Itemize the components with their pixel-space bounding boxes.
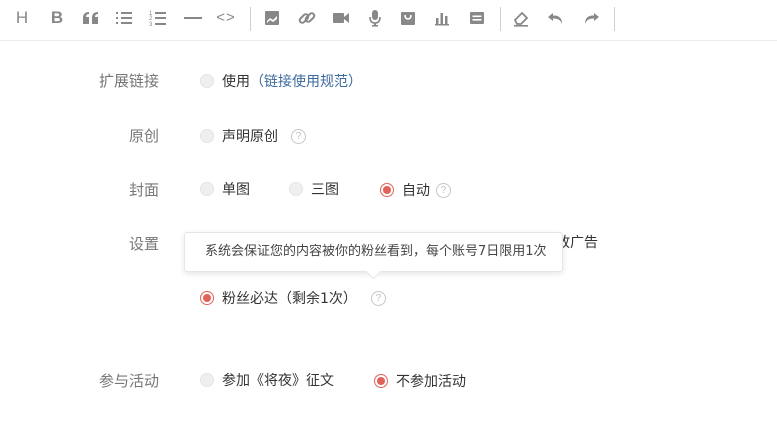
card-button[interactable]	[465, 6, 489, 30]
cover-single-option[interactable]: 单图	[200, 179, 250, 199]
cover-label: 封面	[128, 181, 159, 199]
undo-icon	[548, 13, 562, 24]
cover-triple-radio[interactable]	[289, 182, 303, 196]
bold-icon: B	[50, 8, 64, 27]
cover-auto-option[interactable]: 自动 ?	[380, 180, 451, 200]
image-button[interactable]	[260, 6, 284, 30]
cover-auto-radio[interactable]	[380, 183, 394, 197]
code-icon: <>	[216, 9, 236, 26]
toolbar-divider	[614, 7, 615, 31]
cover-single-text: 单图	[222, 182, 250, 198]
shopping-bag-icon	[401, 12, 415, 25]
heading-button[interactable]: H	[10, 6, 34, 30]
video-icon	[333, 13, 349, 23]
join-activity-radio[interactable]	[200, 373, 214, 387]
chart-button[interactable]	[430, 6, 454, 30]
link-rules-link[interactable]: 链接使用规范	[264, 71, 348, 91]
cover-triple-option[interactable]: 三图	[289, 179, 339, 199]
activity-label: 参与活动	[98, 372, 159, 390]
extension-link-label: 扩展链接	[98, 72, 159, 90]
fans-reach-checkbox[interactable]	[200, 291, 214, 305]
fans-reach-help-icon[interactable]: ?	[370, 290, 386, 306]
not-join-activity-text: 不参加活动	[396, 374, 466, 390]
cover-single-radio[interactable]	[200, 182, 214, 196]
extension-link-radio[interactable]	[200, 74, 214, 88]
fans-reach-option[interactable]: 粉丝必达（剩余1次） ?	[200, 288, 386, 308]
join-activity-option[interactable]: 参加《将夜》征文	[200, 370, 334, 390]
numbered-list-icon: 123	[149, 11, 166, 27]
editor-toolbar: H B 123 <>	[0, 0, 777, 41]
clear-format-button[interactable]	[509, 6, 533, 30]
link-button[interactable]	[295, 6, 319, 30]
declare-original-option[interactable]: 声明原创 ?	[200, 126, 306, 146]
horizontal-rule-button[interactable]	[181, 6, 205, 30]
microphone-icon	[369, 10, 381, 27]
audio-button[interactable]	[363, 6, 387, 30]
heading-icon: H	[15, 8, 29, 27]
video-button[interactable]	[329, 6, 353, 30]
original-help-icon[interactable]: ?	[291, 128, 306, 144]
product-button[interactable]	[396, 6, 420, 30]
cover-help-icon[interactable]: ?	[436, 182, 451, 198]
bullet-list-button[interactable]	[112, 6, 136, 30]
eraser-icon	[513, 11, 529, 27]
svg-text:3: 3	[149, 22, 153, 27]
cover-auto-text: 自动	[402, 183, 430, 199]
paren-close: ）	[348, 74, 362, 90]
cover-triple-text: 三图	[311, 182, 339, 198]
extension-link-use-text: 使用	[222, 74, 250, 90]
horizontal-rule-icon	[184, 17, 202, 19]
card-icon	[470, 12, 484, 24]
toolbar-divider	[500, 7, 501, 31]
paren-open: （	[250, 74, 264, 90]
not-join-activity-radio[interactable]	[374, 374, 388, 388]
bullet-list-icon	[116, 12, 132, 24]
declare-original-text: 声明原创	[222, 129, 278, 145]
code-button[interactable]: <>	[214, 6, 238, 30]
not-join-activity-option[interactable]: 不参加活动	[374, 371, 466, 391]
image-icon	[265, 11, 279, 25]
tooltip-text: 系统会保证您的内容被你的粉丝看到，每个账号7日限用1次	[205, 244, 547, 259]
join-activity-text: 参加《将夜》征文	[222, 373, 334, 389]
toolbar-divider	[250, 7, 251, 31]
quote-button[interactable]	[79, 6, 103, 30]
redo-icon	[585, 13, 599, 24]
extension-link-use-option[interactable]: 使用 （ 链接使用规范 ）	[200, 71, 362, 91]
settings-label: 设置	[128, 235, 159, 253]
fans-reach-text: 粉丝必达（剩余1次）	[222, 291, 357, 307]
numbered-list-button[interactable]: 123	[146, 6, 170, 30]
bold-button[interactable]: B	[45, 6, 69, 30]
link-icon	[298, 12, 316, 24]
declare-original-radio[interactable]	[200, 129, 214, 143]
quote-icon	[83, 12, 98, 24]
undo-button[interactable]	[544, 6, 568, 30]
bar-chart-icon	[435, 13, 449, 26]
redo-button[interactable]	[579, 6, 603, 30]
fans-reach-tooltip: 系统会保证您的内容被你的粉丝看到，每个账号7日限用1次	[184, 232, 563, 272]
original-label: 原创	[128, 127, 159, 145]
